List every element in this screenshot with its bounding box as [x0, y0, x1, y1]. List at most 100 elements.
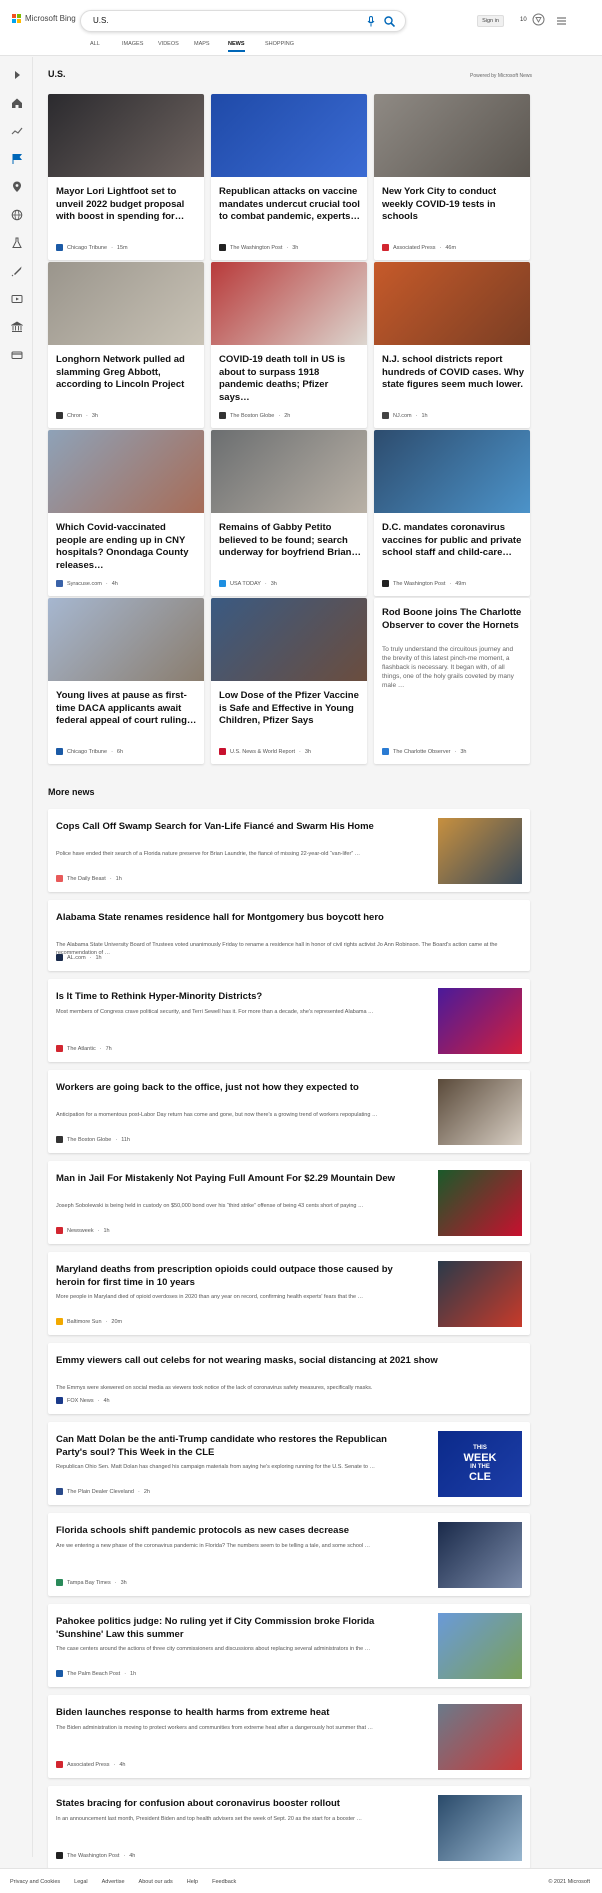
news-source[interactable]: The Boston Globe · 2h — [219, 412, 290, 419]
more-news-item[interactable]: Cops Call Off Swamp Search for Van-Life … — [48, 809, 530, 892]
news-card[interactable]: Republican attacks on vaccine mandates u… — [211, 94, 367, 260]
rewards-count[interactable]: 10 — [520, 17, 527, 23]
tab-shopping[interactable]: SHOPPING — [265, 41, 294, 47]
footer-link[interactable]: Advertise — [102, 1879, 125, 1885]
credit-card-icon[interactable] — [11, 349, 23, 361]
globe-icon[interactable] — [11, 209, 23, 221]
footer-link[interactable]: Feedback — [212, 1879, 236, 1885]
more-news-item[interactable]: Man in Jail For Mistakenly Not Paying Fu… — [48, 1161, 530, 1244]
search-input[interactable]: U.S. — [93, 16, 109, 25]
news-headline[interactable]: D.C. mandates coronavirus vaccines for p… — [382, 522, 524, 560]
search-icon[interactable] — [384, 16, 395, 27]
more-news-item[interactable]: States bracing for confusion about coron… — [48, 1786, 530, 1869]
news-source[interactable]: Tampa Bay Times · 3h — [56, 1579, 127, 1586]
news-source[interactable]: USA TODAY · 3h — [219, 580, 277, 587]
more-news-item[interactable]: Florida schools shift pandemic protocols… — [48, 1513, 530, 1596]
news-source[interactable]: U.S. News & World Report · 3h — [219, 748, 311, 755]
news-card[interactable]: D.C. mandates coronavirus vaccines for p… — [374, 430, 530, 596]
news-source[interactable]: Syracuse.com · 4h — [56, 580, 118, 587]
news-headline[interactable]: Is It Time to Rethink Hyper-Minority Dis… — [56, 991, 396, 1004]
news-headline[interactable]: States bracing for confusion about coron… — [56, 1798, 396, 1811]
news-thumbnail[interactable] — [48, 262, 204, 345]
news-source[interactable]: Baltimore Sun · 20m — [56, 1318, 122, 1325]
more-news-item[interactable]: Biden launches response to health harms … — [48, 1695, 530, 1778]
science-flask-icon[interactable] — [11, 237, 23, 249]
trending-icon[interactable] — [11, 125, 23, 137]
more-news-item[interactable]: Emmy viewers call out celebs for not wea… — [48, 1343, 530, 1414]
news-thumbnail[interactable] — [438, 1795, 522, 1861]
tab-videos[interactable]: VIDEOS — [158, 41, 179, 47]
news-card[interactable]: Low Dose of the Pfizer Vaccine is Safe a… — [211, 598, 367, 764]
news-card[interactable]: Mayor Lori Lightfoot set to unveil 2022 … — [48, 94, 204, 260]
news-thumbnail[interactable] — [48, 430, 204, 513]
news-source[interactable]: Associated Press · 46m — [382, 244, 456, 251]
news-thumbnail[interactable]: THIS WEEK IN THE CLE — [438, 1431, 522, 1497]
news-thumbnail[interactable] — [438, 818, 522, 884]
news-thumbnail[interactable] — [48, 94, 204, 177]
news-headline[interactable]: N.J. school districts report hundreds of… — [382, 354, 524, 392]
news-source[interactable]: NJ.com · 1h — [382, 412, 428, 419]
news-thumbnail[interactable] — [211, 262, 367, 345]
news-thumbnail[interactable] — [211, 430, 367, 513]
news-source[interactable]: Associated Press · 4h — [56, 1761, 125, 1768]
news-source[interactable]: The Washington Post · 4h — [56, 1852, 135, 1859]
news-headline[interactable]: Young lives at pause as first-time DACA … — [56, 690, 198, 728]
footer-link[interactable]: Help — [187, 1879, 198, 1885]
bing-logo[interactable]: Microsoft Bing — [12, 14, 76, 23]
news-headline[interactable]: Alabama State renames residence hall for… — [56, 912, 516, 925]
news-source[interactable]: Newsweek · 1h — [56, 1227, 110, 1234]
news-headline[interactable]: Emmy viewers call out celebs for not wea… — [56, 1355, 516, 1368]
news-source[interactable]: The Washington Post · 3h — [219, 244, 298, 251]
news-source[interactable]: AL.com · 1h — [56, 954, 102, 961]
news-thumbnail[interactable] — [374, 94, 530, 177]
news-card[interactable]: Rod Boone joins The Charlotte Observer t… — [374, 598, 530, 764]
news-headline[interactable]: Remains of Gabby Petito believed to be f… — [219, 522, 361, 560]
news-headline[interactable]: Workers are going back to the office, ju… — [56, 1082, 396, 1095]
news-headline[interactable]: New York City to conduct weekly COVID-19… — [382, 186, 524, 224]
news-headline[interactable]: Biden launches response to health harms … — [56, 1707, 396, 1720]
news-thumbnail[interactable] — [211, 598, 367, 681]
microphone-icon[interactable] — [367, 16, 375, 27]
news-headline[interactable]: Pahokee politics judge: No ruling yet if… — [56, 1616, 396, 1641]
news-thumbnail[interactable] — [374, 430, 530, 513]
footer-link[interactable]: Legal — [74, 1879, 87, 1885]
news-headline[interactable]: Can Matt Dolan be the anti-Trump candida… — [56, 1434, 396, 1459]
news-card[interactable]: COVID-19 death toll in US is about to su… — [211, 262, 367, 428]
news-card[interactable]: Young lives at pause as first-time DACA … — [48, 598, 204, 764]
tab-news[interactable]: NEWS — [228, 41, 245, 52]
news-thumbnail[interactable] — [438, 1079, 522, 1145]
news-headline[interactable]: Low Dose of the Pfizer Vaccine is Safe a… — [219, 690, 361, 728]
news-card[interactable]: New York City to conduct weekly COVID-19… — [374, 94, 530, 260]
news-card[interactable]: Remains of Gabby Petito believed to be f… — [211, 430, 367, 596]
more-news-item[interactable]: Workers are going back to the office, ju… — [48, 1070, 530, 1153]
footer-link[interactable]: Privacy and Cookies — [10, 1879, 60, 1885]
news-source[interactable]: The Palm Beach Post · 1h — [56, 1670, 136, 1677]
news-headline[interactable]: Maryland deaths from prescription opioid… — [56, 1264, 396, 1289]
more-news-item[interactable]: Alabama State renames residence hall for… — [48, 900, 530, 971]
news-headline[interactable]: Longhorn Network pulled ad slamming Greg… — [56, 354, 198, 392]
news-headline[interactable]: Rod Boone joins The Charlotte Observer t… — [382, 607, 524, 632]
sign-in-button[interactable]: Sign in — [477, 15, 504, 27]
video-icon[interactable] — [11, 293, 23, 305]
search-box[interactable]: U.S. — [80, 10, 406, 32]
bank-building-icon[interactable] — [11, 321, 23, 333]
news-source[interactable]: Chron · 3h — [56, 412, 98, 419]
expand-chevron-icon[interactable] — [11, 69, 23, 81]
tab-all[interactable]: ALL — [90, 41, 100, 47]
news-thumbnail[interactable] — [438, 1522, 522, 1588]
news-source[interactable]: The Boston Globe · 11h — [56, 1136, 130, 1143]
news-headline[interactable]: Man in Jail For Mistakenly Not Paying Fu… — [56, 1173, 396, 1186]
more-news-item[interactable]: Can Matt Dolan be the anti-Trump candida… — [48, 1422, 530, 1505]
news-card[interactable]: N.J. school districts report hundreds of… — [374, 262, 530, 428]
news-thumbnail[interactable] — [211, 94, 367, 177]
news-thumbnail[interactable] — [48, 598, 204, 681]
news-thumbnail[interactable] — [438, 1704, 522, 1770]
location-pin-icon[interactable] — [11, 181, 23, 193]
news-headline[interactable]: Florida schools shift pandemic protocols… — [56, 1525, 396, 1538]
news-thumbnail[interactable] — [438, 1261, 522, 1327]
news-source[interactable]: Chicago Tribune · 15m — [56, 244, 128, 251]
news-headline[interactable]: Republican attacks on vaccine mandates u… — [219, 186, 361, 224]
tab-images[interactable]: IMAGES — [122, 41, 143, 47]
news-headline[interactable]: Cops Call Off Swamp Search for Van-Life … — [56, 821, 396, 834]
news-source[interactable]: The Plain Dealer Cleveland · 2h — [56, 1488, 150, 1495]
